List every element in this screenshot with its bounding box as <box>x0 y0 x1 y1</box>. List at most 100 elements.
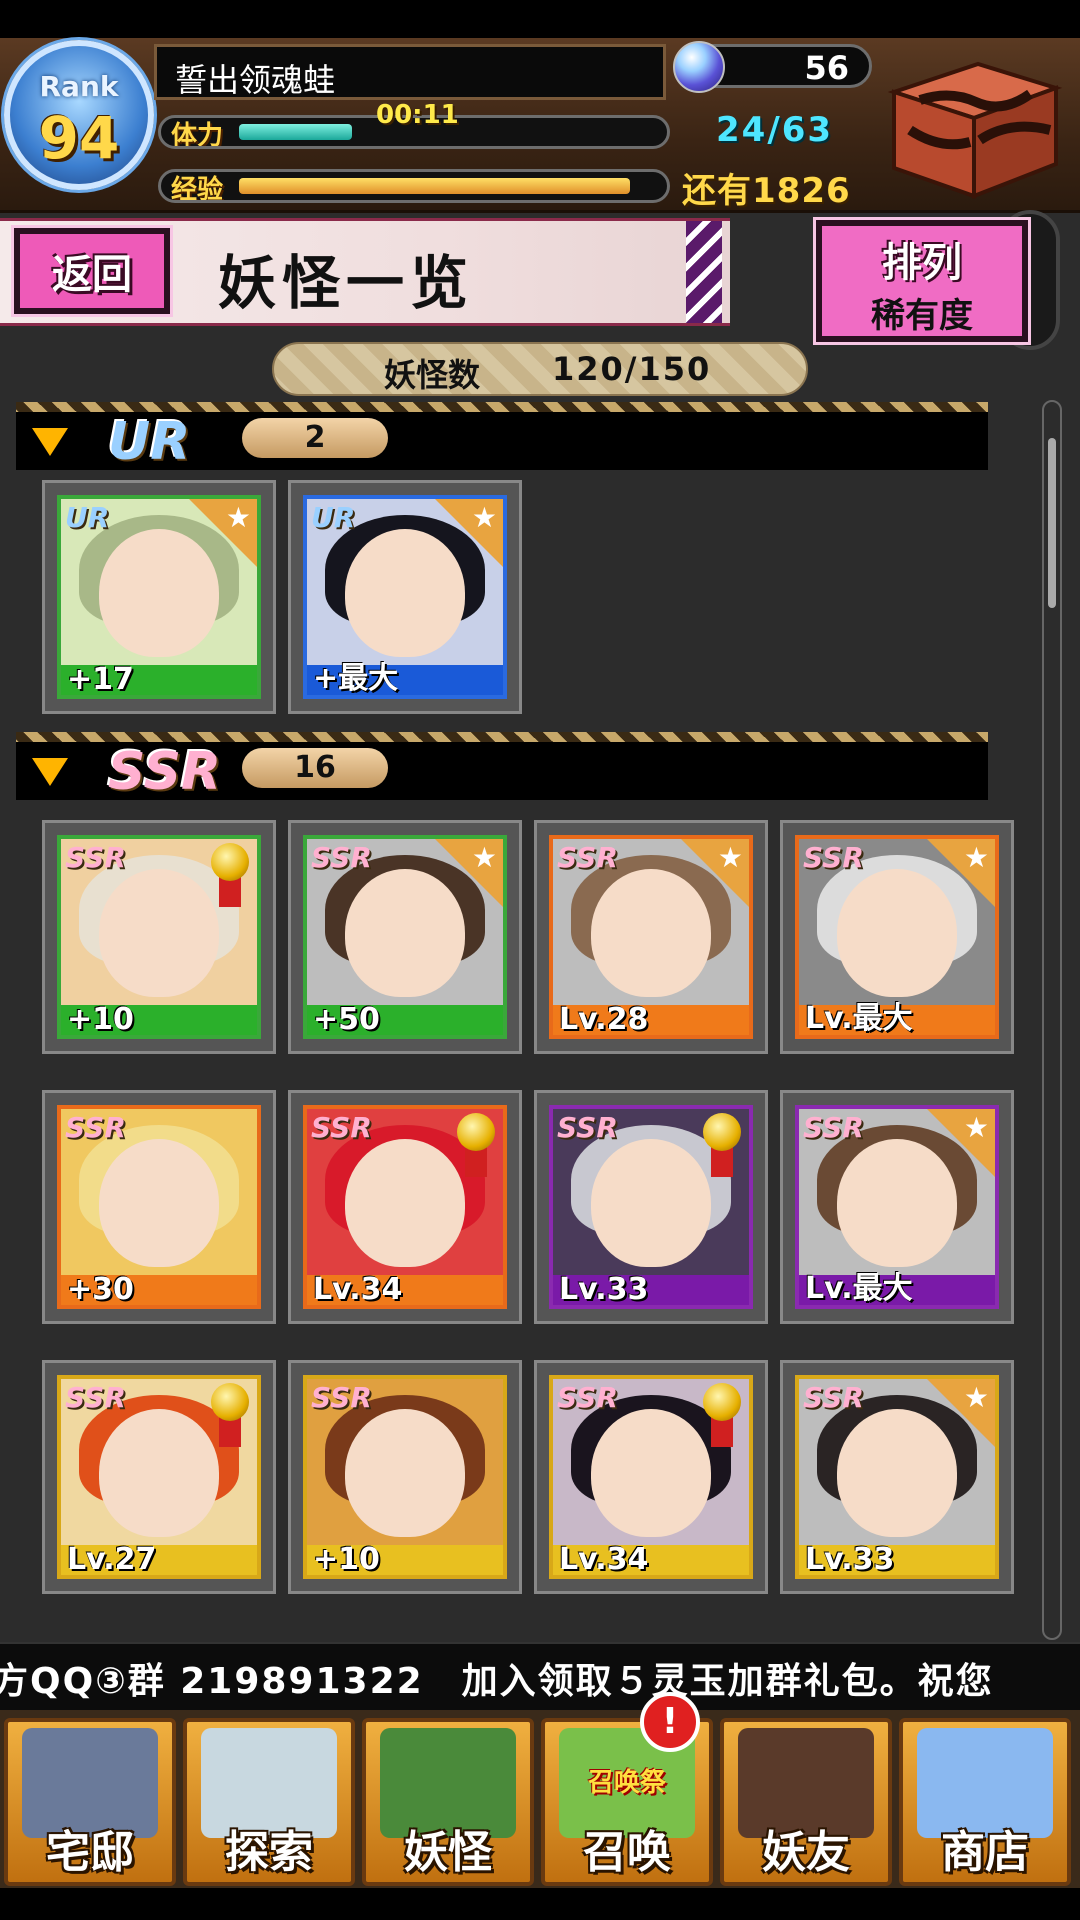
yokai-card[interactable]: SSR +30 <box>42 1090 276 1324</box>
card-rarity-badge: SSR <box>311 841 372 874</box>
medal-icon <box>211 843 249 881</box>
stamina-count: 24/63 <box>716 110 834 150</box>
exp-bar: 经验 <box>158 169 670 203</box>
announcement-text: 方QQ③群 219891322 加入领取５灵玉加群礼包。祝您 <box>0 1661 994 1702</box>
yokai-count-label: 妖怪数 <box>384 356 481 394</box>
title-stripe <box>686 221 722 323</box>
stamina-timer: 00:11 <box>376 100 459 130</box>
page-title: 妖怪一览 <box>218 249 475 317</box>
yokai-count-pill: 妖怪数 120/150 <box>272 342 808 396</box>
star-icon: ★ <box>225 501 251 534</box>
yokai-card[interactable]: SSR Lv.27 <box>42 1360 276 1594</box>
card-level: Lv.34 <box>559 1542 649 1577</box>
yokai-card-frame: SSR ★ Lv.33 <box>795 1375 999 1579</box>
bottom-nav: 宅邸 探索 妖怪 召唤祭 召唤 妖友 商店 <box>0 1710 1080 1888</box>
card-rarity-badge: UR <box>311 501 356 534</box>
collapse-arrow-icon[interactable] <box>32 758 68 786</box>
scrollbar-thumb[interactable] <box>1048 438 1056 608</box>
section-header-ssr[interactable]: SSR 16 <box>16 732 988 802</box>
card-level: +50 <box>313 1002 380 1037</box>
yokai-face <box>591 1409 711 1538</box>
back-label: 返回 <box>52 252 132 298</box>
gem-count: 56 <box>804 49 849 87</box>
card-level: Lv.27 <box>67 1542 157 1577</box>
card-level: +10 <box>67 1002 134 1037</box>
section-count-badge: 2 <box>242 418 388 458</box>
sort-button[interactable]: 排列 稀有度 <box>813 217 1031 345</box>
system-nav-bar <box>0 1888 1080 1920</box>
nav-friend[interactable]: 妖友 <box>720 1718 892 1886</box>
card-level: Lv.33 <box>559 1272 649 1307</box>
card-rarity-badge: SSR <box>311 1381 372 1414</box>
rank-badge[interactable]: Rank 94 <box>4 40 154 190</box>
yokai-card[interactable]: SSR Lv.34 <box>534 1360 768 1594</box>
nav-crystal-orb[interactable]: 商店 <box>899 1718 1071 1886</box>
card-rarity-badge: SSR <box>65 1111 126 1144</box>
exp-label: 经验 <box>171 175 224 203</box>
nav-scroll[interactable]: 妖怪 <box>362 1718 534 1886</box>
back-button[interactable]: 返回 <box>11 225 173 317</box>
sort-label: 排列 <box>882 240 962 286</box>
card-level: Lv.最大 <box>805 1001 913 1036</box>
star-icon: ★ <box>963 841 989 874</box>
star-icon: ★ <box>471 501 497 534</box>
sort-value: 稀有度 <box>871 296 973 336</box>
player-name-box: 誓出领魂蛙 <box>154 44 666 100</box>
yokai-face <box>99 1139 219 1268</box>
yokai-face <box>591 1139 711 1268</box>
yokai-card-frame: SSR ★ Lv.最大 <box>795 835 999 1039</box>
star-icon: ★ <box>717 841 743 874</box>
yokai-card-frame: SSR ★ Lv.最大 <box>795 1105 999 1309</box>
yokai-card-frame: SSR Lv.34 <box>549 1375 753 1579</box>
yokai-card[interactable]: SSR Lv.33 <box>534 1090 768 1324</box>
yokai-face <box>99 1409 219 1538</box>
nav-magnifier[interactable]: 探索 <box>183 1718 355 1886</box>
card-rarity-badge: SSR <box>557 1381 618 1414</box>
card-rarity-badge: SSR <box>803 1381 864 1414</box>
medal-icon <box>211 1383 249 1421</box>
yokai-face <box>99 869 219 998</box>
section-count-badge: 16 <box>242 748 388 788</box>
yokai-card[interactable]: SSR ★ Lv.最大 <box>780 1090 1014 1324</box>
card-rarity-badge: SSR <box>803 841 864 874</box>
yokai-card[interactable]: SSR ★ Lv.33 <box>780 1360 1014 1594</box>
medal-icon <box>703 1383 741 1421</box>
yokai-card[interactable]: SSR ★ +50 <box>288 820 522 1054</box>
spirit-jade-icon <box>673 41 725 93</box>
nav-label: 商店 <box>941 1827 1029 1878</box>
yokai-card[interactable]: SSR ★ Lv.28 <box>534 820 768 1054</box>
nav-mansion[interactable]: 宅邸 <box>4 1718 176 1886</box>
card-level: +10 <box>313 1542 380 1577</box>
card-rarity-badge: SSR <box>65 1381 126 1414</box>
card-level: +最大 <box>313 661 399 696</box>
yokai-card[interactable]: UR ★ +最大 <box>288 480 522 714</box>
announcement-marquee: 方QQ③群 219891322 加入领取５灵玉加群礼包。祝您 <box>0 1642 1080 1712</box>
nav-label: 宅邸 <box>46 1827 134 1878</box>
card-rarity-badge: SSR <box>557 841 618 874</box>
yokai-face <box>345 1139 465 1268</box>
nav-label: 妖友 <box>762 1827 850 1878</box>
card-rarity-badge: SSR <box>803 1111 864 1144</box>
gem-counter[interactable]: 56 <box>673 41 872 93</box>
collapse-arrow-icon[interactable] <box>32 428 68 456</box>
nav-label: 妖怪 <box>404 1827 492 1878</box>
yokai-list[interactable]: UR 2 UR ★ +17 UR ★ +最大 SSR 16 SSR +10 SSR ★ +50 SSR ★ Lv.… <box>0 398 1040 1642</box>
card-level: +17 <box>67 662 134 697</box>
gift-box-icon[interactable] <box>880 50 1066 200</box>
yokai-card-frame: SSR Lv.33 <box>549 1105 753 1309</box>
exp-remaining: 还有1826 <box>682 171 851 211</box>
card-rarity-badge: UR <box>65 501 110 534</box>
yokai-card-frame: SSR Lv.34 <box>303 1105 507 1309</box>
scrollbar[interactable] <box>1042 400 1062 1640</box>
star-icon: ★ <box>963 1381 989 1414</box>
yokai-card[interactable]: UR ★ +17 <box>42 480 276 714</box>
card-rarity-badge: SSR <box>311 1111 372 1144</box>
player-name: 誓出领魂蛙 <box>175 61 336 99</box>
yokai-card[interactable]: SSR ★ Lv.最大 <box>780 820 1014 1054</box>
alert-badge: ! <box>640 1692 700 1752</box>
section-header-ur[interactable]: UR 2 <box>16 402 988 472</box>
yokai-card[interactable]: SSR +10 <box>42 820 276 1054</box>
yokai-card[interactable]: SSR Lv.34 <box>288 1090 522 1324</box>
yokai-card[interactable]: SSR +10 <box>288 1360 522 1594</box>
yokai-card-frame: SSR ★ Lv.28 <box>549 835 753 1039</box>
